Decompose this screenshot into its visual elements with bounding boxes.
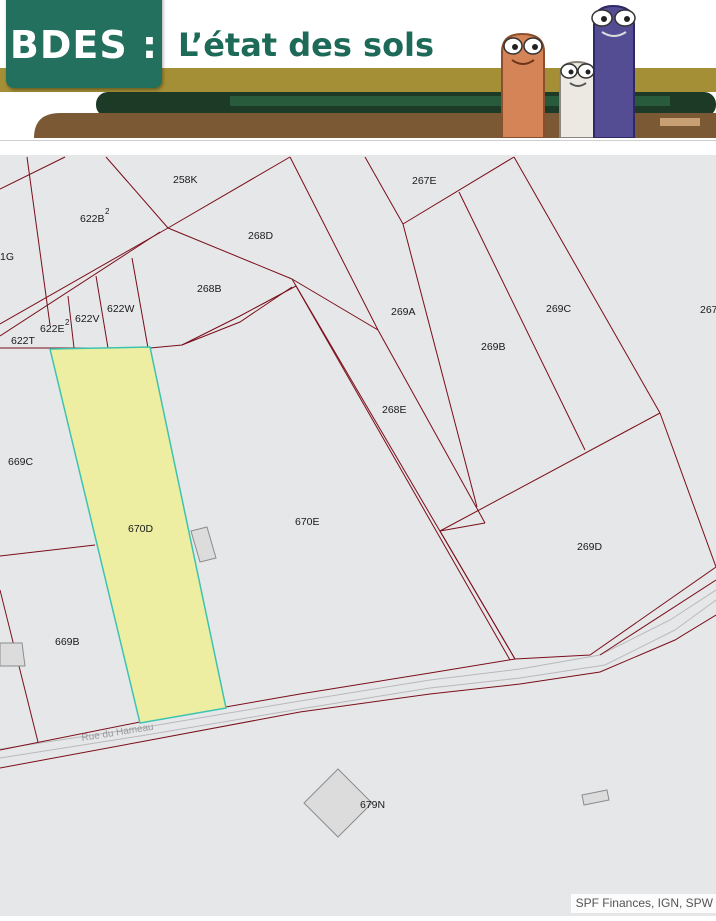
worm-orange-pupil-left [512, 44, 518, 50]
parcel-label-268E[interactable]: 268E [382, 404, 407, 416]
parcel-label-622V[interactable]: 622V [75, 313, 100, 325]
parcel-label-622B2-superscript: 2 [105, 207, 110, 216]
parcel-label-267-cut[interactable]: 267 [700, 304, 716, 316]
parcel-label-622T[interactable]: 622T [11, 335, 36, 347]
parcel-label-268D[interactable]: 268D [248, 230, 274, 242]
parcel-label-258K[interactable]: 258K [173, 174, 198, 186]
parcel-label-669C[interactable]: 669C [8, 456, 34, 468]
worm-purple-pupil-right [624, 16, 630, 22]
parcel-label-269C[interactable]: 269C [546, 303, 572, 315]
parcel-label-679N[interactable]: 679N [360, 799, 385, 811]
cadastral-map[interactable]: Rue du Hameau 258K 267E 622B 2 268D 1G 2… [0, 141, 716, 921]
parcel-label-622B2[interactable]: 622B [80, 213, 105, 225]
parcel-label-622E2-superscript: 2 [65, 318, 70, 327]
worm-purple-pupil-left [601, 16, 607, 22]
worm-white-pupil-left [568, 69, 574, 75]
worm-white-pupil-right [585, 69, 591, 75]
parcel-label-267E[interactable]: 267E [412, 175, 437, 187]
parcel-label-269A[interactable]: 269A [391, 306, 416, 318]
header-banner: BDES : L’état des sols [0, 0, 716, 138]
parcel-label-268B[interactable]: 268B [197, 283, 222, 295]
parcel-label-622E2[interactable]: 622E [40, 323, 65, 335]
worm-mascots-illustration [501, 4, 636, 138]
parcel-label-669B[interactable]: 669B [55, 636, 80, 648]
parcel-label-622W[interactable]: 622W [107, 303, 135, 315]
map-attribution: SPF Finances, IGN, SPW [570, 894, 716, 913]
map-canvas[interactable]: Rue du Hameau 258K 267E 622B 2 268D 1G 2… [0, 141, 716, 921]
building-669B-partial [0, 642, 26, 667]
parcel-label-269B[interactable]: 269B [481, 341, 506, 353]
parcel-label-1G[interactable]: 1G [0, 251, 14, 263]
worm-orange-pupil-right [532, 44, 538, 50]
parcel-label-670D[interactable]: 670D [128, 523, 154, 535]
parcel-label-670E[interactable]: 670E [295, 516, 320, 528]
parcel-label-269D[interactable]: 269D [577, 541, 603, 553]
